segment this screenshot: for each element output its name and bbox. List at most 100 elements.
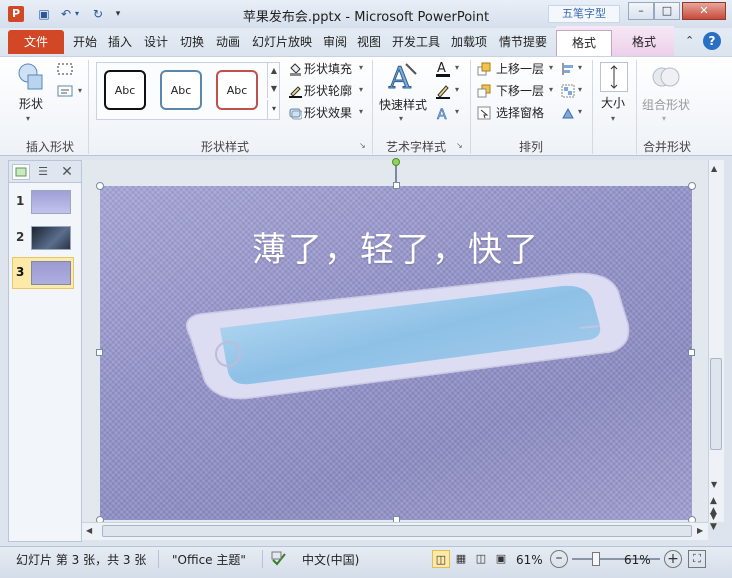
group-objects-icon[interactable] xyxy=(561,84,575,98)
quick-styles-button[interactable]: 快速样式 xyxy=(379,97,427,113)
tab-home[interactable]: 开始 xyxy=(73,34,97,50)
shape-outline-button[interactable]: 形状轮廓 xyxy=(304,83,352,99)
tab-format-picture[interactable]: 格式 xyxy=(616,30,672,56)
next-slide-icon[interactable]: ▼ ▼ xyxy=(710,512,717,532)
resize-handle-top[interactable] xyxy=(393,182,400,189)
slide-sorter-view-icon[interactable]: ▦ xyxy=(452,550,470,568)
slide-thumbnail-1[interactable] xyxy=(31,190,71,214)
scroll-down-icon[interactable]: ▼ xyxy=(711,480,717,489)
text-effects-icon[interactable]: A xyxy=(434,104,452,124)
vertical-scrollbar[interactable] xyxy=(708,160,724,522)
slideshow-view-icon[interactable]: ▣ xyxy=(492,550,510,568)
shape-effects-dropdown-icon[interactable]: ▾ xyxy=(359,107,363,116)
quick-styles-dropdown-icon[interactable]: ▾ xyxy=(399,114,403,123)
size-button[interactable]: 大小 xyxy=(601,95,625,111)
scroll-right-icon[interactable]: ▶ xyxy=(697,526,703,535)
gallery-more-icon[interactable]: ▾ xyxy=(267,100,280,120)
gallery-scroll-up-icon[interactable]: ▲ xyxy=(267,62,280,80)
zoom-level[interactable]: 61% xyxy=(516,552,543,568)
text-fill-icon[interactable]: A xyxy=(434,60,452,78)
horizontal-scroll-thumb[interactable] xyxy=(102,525,692,537)
text-fill-dropdown-icon[interactable]: ▾ xyxy=(455,63,459,72)
paint-bucket-icon xyxy=(288,62,302,76)
send-backward-button[interactable]: 下移一层 xyxy=(496,83,544,99)
normal-view-icon[interactable]: ◫ xyxy=(432,550,450,568)
tab-animations[interactable]: 动画 xyxy=(216,34,240,50)
shape-style-option-2[interactable]: Abc xyxy=(160,70,202,110)
zoom-out-icon[interactable]: – xyxy=(550,550,568,568)
maximize-button[interactable]: □ xyxy=(654,2,680,20)
tab-addins[interactable]: 加载项 xyxy=(451,34,487,50)
rotation-handle[interactable] xyxy=(392,158,400,166)
shape-effects-button[interactable]: 形状效果 xyxy=(304,105,352,121)
slide-number: 3 xyxy=(16,265,25,279)
text-box-dropdown-icon[interactable]: ▾ xyxy=(78,86,82,95)
tab-developer[interactable]: 开发工具 xyxy=(392,34,440,50)
text-outline-dropdown-icon[interactable]: ▾ xyxy=(455,85,459,94)
wordart-quick-styles-icon[interactable]: A xyxy=(386,60,420,97)
collapse-ribbon-icon[interactable]: ⌃ xyxy=(685,34,694,47)
merge-shapes-button[interactable]: 组合形状 xyxy=(642,97,690,113)
tab-slideshow[interactable]: 幻灯片放映 xyxy=(252,34,312,50)
text-effects-dropdown-icon[interactable]: ▾ xyxy=(455,107,459,116)
resize-handle-top-right[interactable] xyxy=(688,182,696,190)
scroll-up-icon[interactable]: ▲ xyxy=(711,164,717,173)
shape-style-option-1[interactable]: Abc xyxy=(104,70,146,110)
slides-tab-icon[interactable] xyxy=(12,164,30,180)
tab-insert[interactable]: 插入 xyxy=(108,34,132,50)
fit-slide-icon[interactable]: ⛶ xyxy=(688,550,706,568)
tab-file[interactable]: 文件 xyxy=(8,30,64,54)
gallery-scroll-down-icon[interactable]: ▼ xyxy=(267,80,280,98)
zoom-slider-thumb[interactable] xyxy=(592,552,600,566)
reading-view-icon[interactable]: ◫ xyxy=(472,550,490,568)
tab-design[interactable]: 设计 xyxy=(144,34,168,50)
shape-outline-dropdown-icon[interactable]: ▾ xyxy=(359,85,363,94)
zoom-in-icon[interactable]: + xyxy=(664,550,682,568)
resize-handle-right[interactable] xyxy=(688,349,695,356)
rotate-dropdown-icon[interactable]: ▾ xyxy=(578,107,582,116)
slide-thumbnail-3[interactable] xyxy=(31,261,71,285)
size-dropdown-icon[interactable]: ▾ xyxy=(611,114,615,123)
shapes-button[interactable]: 形状 xyxy=(19,96,43,112)
merge-shapes-icon[interactable] xyxy=(650,62,682,92)
align-icon[interactable] xyxy=(561,62,575,76)
bring-forward-dropdown-icon[interactable]: ▾ xyxy=(549,63,553,72)
tab-view[interactable]: 视图 xyxy=(357,34,381,50)
text-box-icon[interactable] xyxy=(56,84,76,98)
tab-storyboarding[interactable]: 情节提要 xyxy=(499,34,547,50)
bring-forward-button[interactable]: 上移一层 xyxy=(496,61,544,77)
close-pane-icon[interactable]: ✕ xyxy=(58,164,76,180)
scroll-left-icon[interactable]: ◀ xyxy=(86,526,92,535)
rotate-icon[interactable] xyxy=(561,106,575,120)
send-backward-dropdown-icon[interactable]: ▾ xyxy=(549,85,553,94)
language-status[interactable]: 中文(中国) xyxy=(302,552,359,568)
slide-thumbnail-2[interactable] xyxy=(31,226,71,250)
help-icon[interactable]: ? xyxy=(703,32,721,50)
shapes-dropdown-icon[interactable]: ▾ xyxy=(26,114,30,123)
shapes-icon[interactable] xyxy=(16,62,46,92)
size-icon[interactable] xyxy=(600,62,628,92)
outline-tab-icon[interactable]: ☰ xyxy=(34,164,52,180)
tab-format-drawing[interactable]: 格式 xyxy=(556,30,612,56)
merge-shapes-dropdown-icon[interactable]: ▾ xyxy=(662,114,666,123)
shape-styles-launcher-icon[interactable]: ↘ xyxy=(359,141,366,150)
shape-style-option-3[interactable]: Abc xyxy=(216,70,258,110)
selection-pane-button[interactable]: 选择窗格 xyxy=(496,105,544,121)
tab-transitions[interactable]: 切换 xyxy=(180,34,204,50)
vertical-scroll-thumb[interactable] xyxy=(710,358,722,450)
shape-fill-dropdown-icon[interactable]: ▾ xyxy=(359,63,363,72)
resize-handle-left[interactable] xyxy=(96,349,103,356)
edit-shape-icon[interactable] xyxy=(56,62,76,76)
align-dropdown-icon[interactable]: ▾ xyxy=(578,63,582,72)
slide-title[interactable]: 薄了，轻了，快了 xyxy=(100,222,692,271)
tab-review[interactable]: 审阅 xyxy=(323,34,347,50)
spell-check-icon[interactable] xyxy=(270,550,288,568)
close-button[interactable]: ✕ xyxy=(682,2,726,20)
resize-handle-top-left[interactable] xyxy=(96,182,104,190)
text-outline-icon[interactable] xyxy=(434,82,452,100)
group-dropdown-icon[interactable]: ▾ xyxy=(578,85,582,94)
wordart-launcher-icon[interactable]: ↘ xyxy=(456,141,463,150)
group-label-shape-styles: 形状样式 xyxy=(200,140,249,154)
minimize-button[interactable]: – xyxy=(628,2,654,20)
shape-fill-button[interactable]: 形状填充 xyxy=(304,61,352,77)
